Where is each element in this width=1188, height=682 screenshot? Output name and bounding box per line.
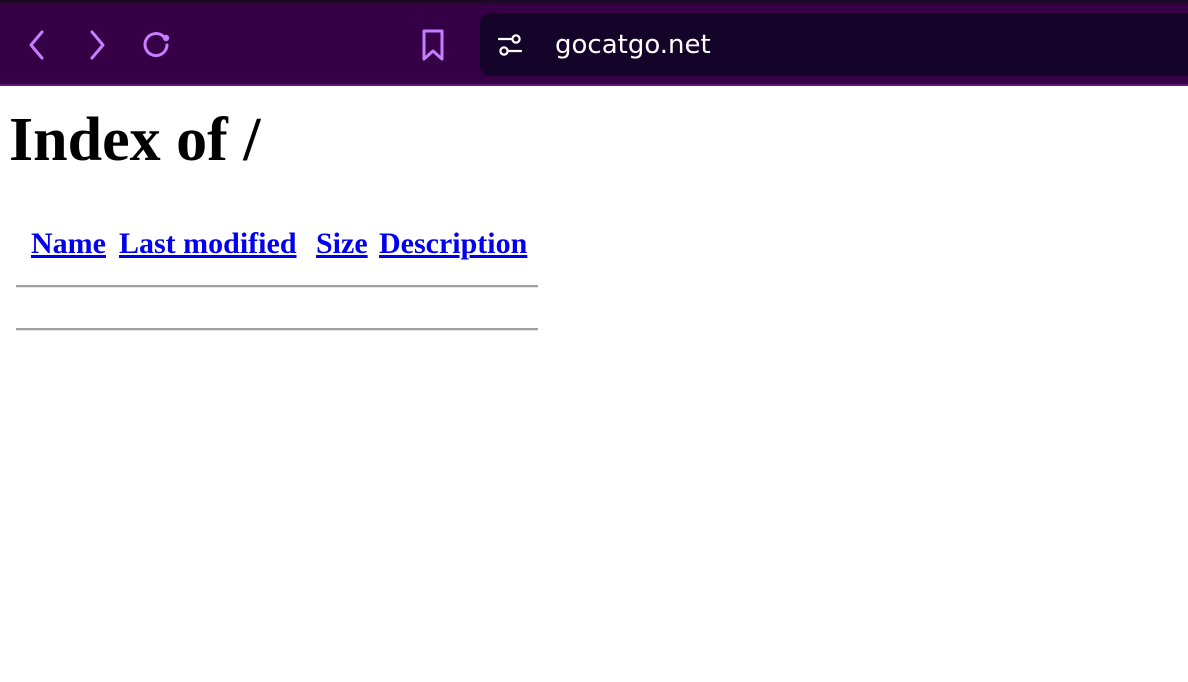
site-settings-button[interactable] (496, 33, 524, 61)
page-title: Index of / (9, 106, 261, 174)
bookmark-button[interactable] (416, 27, 450, 63)
address-bar[interactable]: gocatgo.net (480, 13, 1188, 76)
forward-button[interactable] (80, 27, 114, 63)
page-content: Index of / Name Last modified Size Descr… (0, 86, 1188, 682)
chevron-left-icon (27, 29, 47, 61)
header-divider (16, 285, 538, 288)
browser-toolbar: gocatgo.net (0, 0, 1188, 86)
reload-icon (140, 28, 174, 62)
chevron-right-icon (87, 29, 107, 61)
sort-by-size-link[interactable]: Size (316, 226, 368, 262)
sliders-icon (497, 32, 523, 63)
back-button[interactable] (20, 27, 54, 63)
sort-by-description-link[interactable]: Description (379, 226, 527, 262)
reload-button[interactable] (140, 27, 174, 63)
sort-by-last-modified-link[interactable]: Last modified (119, 226, 297, 262)
footer-divider (16, 328, 538, 331)
table-header-row: Name Last modified Size Description (16, 226, 538, 266)
sort-by-name-link[interactable]: Name (31, 226, 106, 262)
bookmark-icon (419, 28, 447, 62)
url-text[interactable]: gocatgo.net (555, 27, 711, 63)
